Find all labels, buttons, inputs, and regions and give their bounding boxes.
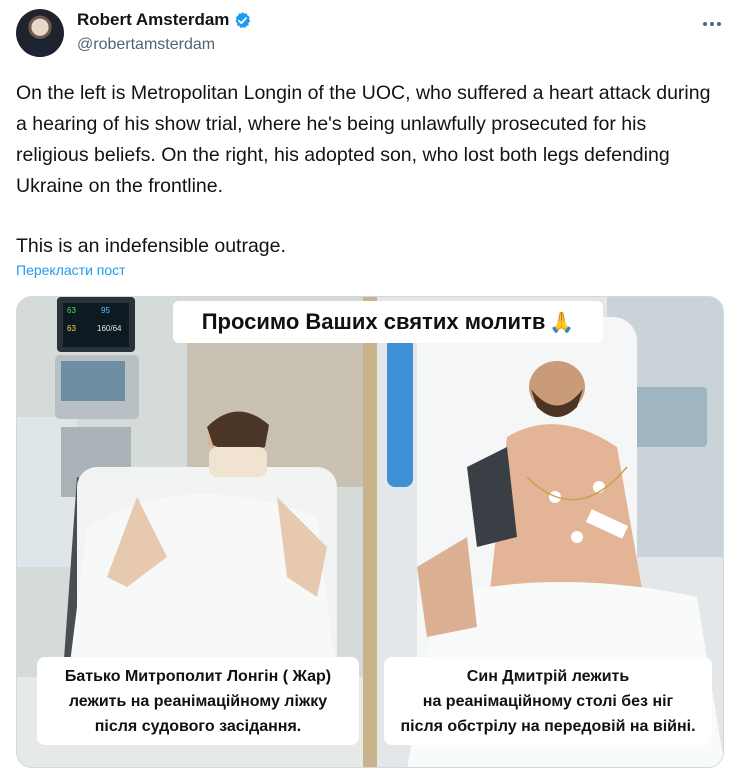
caption-left-line-2: лежить на реанімаційному ліжку	[68, 692, 328, 710]
caption-right-line-3: після обстрілу на передовій на війні.	[400, 717, 696, 735]
panel-divider	[363, 297, 377, 767]
tweet-text: On the left is Metropolitan Longin of th…	[16, 78, 716, 262]
tweet-paragraph-1: On the left is Metropolitan Longin of th…	[16, 82, 711, 197]
monitor-readout-1: 63	[67, 306, 76, 315]
media-title-banner: Просимо Ваших святих молитв 🙏	[173, 301, 603, 343]
caption-left-line-3: після судового засідання.	[94, 717, 302, 735]
avatar[interactable]	[16, 9, 64, 57]
praying-hands-icon: 🙏	[549, 311, 575, 334]
tweet-paragraph-2: This is an indefensible outrage.	[16, 235, 286, 257]
author-name[interactable]: Robert Amsterdam	[77, 10, 229, 30]
verified-badge-icon	[235, 11, 251, 28]
media-title-text: Просимо Ваших святих молитв	[201, 309, 546, 334]
caption-right: Син Дмитрій лежить на реанімаційному сто…	[384, 657, 712, 745]
more-options-icon[interactable]	[696, 8, 728, 40]
tweet-media-image[interactable]: 63 95 63 160/64 Просимо Ваших святих мол…	[16, 296, 724, 768]
caption-left-line-1: Батько Митрополит Лонгін ( Жар)	[64, 667, 332, 685]
caption-right-line-2: на реанімаційному столі без ніг	[422, 692, 674, 710]
author-handle[interactable]: @robertamsterdam	[77, 36, 215, 54]
monitor-readout-2: 95	[101, 306, 110, 315]
translate-post-link[interactable]: Перекласти пост	[16, 262, 126, 278]
monitor-readout-3: 63	[67, 324, 76, 333]
caption-right-line-1: Син Дмитрій лежить	[466, 667, 630, 685]
author-name-row: Robert Amsterdam	[77, 10, 252, 30]
tweet-card: Robert Amsterdam @robertamsterdam On the…	[0, 0, 745, 780]
monitor-readout-4: 160/64	[97, 324, 122, 333]
caption-left: Батько Митрополит Лонгін ( Жар) лежить н…	[37, 657, 359, 745]
